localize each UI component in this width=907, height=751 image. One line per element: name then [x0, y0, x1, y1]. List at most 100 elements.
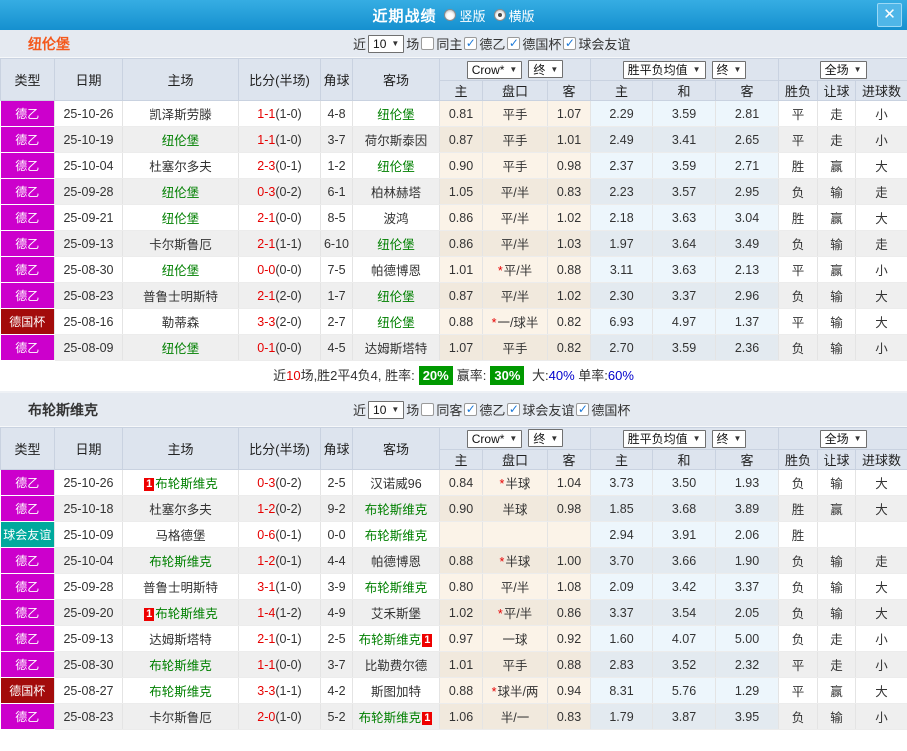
corners-cell: 1-2 [320, 152, 353, 179]
avg-final-select-value: 终 [716, 63, 729, 77]
away-odds-cell: 0.82 [547, 308, 592, 335]
match-date: 25-08-27 [54, 677, 123, 704]
match-date: 25-09-13 [54, 230, 123, 257]
league-filter-checkbox[interactable]: ✓ [576, 403, 590, 416]
home-team-name: 马格德堡 [155, 529, 206, 543]
away-team-name: 布轮斯维克 [364, 581, 428, 595]
team-name: 纽伦堡 [28, 35, 70, 52]
avg-odds-cell: 3.59 [652, 152, 717, 179]
away-team-cell: 波鸿 [352, 204, 440, 231]
result-cell: 平 [778, 677, 819, 704]
fulltime-score: 3-3 [257, 314, 276, 329]
league-type-badge: 球会友谊 [0, 521, 55, 548]
same-venue-checkbox[interactable] [421, 37, 435, 50]
away-team-name: 波鸿 [383, 212, 409, 226]
avg-odds-cell: 2.96 [715, 282, 780, 309]
avg-odds-cell: 5.00 [715, 625, 780, 652]
fulltime-score: 3-3 [257, 683, 276, 698]
halftime-score: (1-2) [275, 605, 302, 620]
league-type-badge: 德国杯 [0, 308, 55, 335]
home-odds-cell: 0.84 [439, 469, 483, 496]
scope-select[interactable]: 全场 ▼ [819, 429, 867, 448]
avg-odds-cell: 3.87 [652, 703, 717, 730]
halftime-score: (2-0) [275, 288, 302, 303]
halftime-score: (0-1) [275, 553, 302, 568]
league-type-badge: 德乙 [0, 703, 55, 730]
corners-cell: 4-9 [320, 599, 353, 626]
match-row: 德乙 25-10-04 布轮斯维克 1-2(0-1) 4-4 帕德博恩 0.88 *半球 1.0… [0, 547, 907, 574]
fulltime-score: 0-6 [257, 527, 276, 542]
summary-count: 10 [286, 368, 301, 383]
corners-cell: 4-8 [320, 100, 353, 127]
avg-odds-select[interactable]: 胜平负均值 ▼ [622, 429, 706, 448]
avg-odds-cell: 3.70 [590, 547, 654, 574]
away-odds-cell: 1.02 [547, 204, 592, 231]
result-cell: 走 [817, 651, 857, 678]
odds-final-select[interactable]: 终 ▼ [528, 60, 564, 79]
odds-final-select-value: 终 [533, 62, 546, 77]
avg-final-select[interactable]: 终 ▼ [711, 429, 747, 448]
odds-company-select-value: Crow* [471, 62, 505, 77]
scope-select[interactable]: 全场 ▼ [819, 60, 867, 79]
match-date: 25-08-23 [54, 282, 123, 309]
halftime-score: (0-2) [275, 501, 302, 516]
sub-column-header: 和 [652, 449, 717, 470]
away-team-name: 布轮斯维克 [364, 529, 428, 543]
handicap-cell: *平/半 [482, 599, 548, 626]
league-filter-checkbox[interactable]: ✓ [507, 403, 521, 416]
avg-odds-cell: 3.59 [652, 334, 717, 361]
match-date: 25-08-23 [54, 703, 123, 730]
avg-odds-cell: 1.37 [715, 308, 780, 335]
home-team-name: 纽伦堡 [161, 212, 200, 226]
matches-count-select[interactable]: 10 ▼ [368, 34, 405, 53]
avg-final-select-value: 终 [716, 432, 729, 446]
chevron-down-icon: ▼ [391, 39, 400, 48]
sub-column-header: 盘口 [482, 449, 548, 470]
home-team-cell: 达姆斯塔特 [122, 625, 239, 652]
league-filter-checkbox[interactable]: ✓ [563, 37, 577, 50]
result-cell: 胜 [778, 152, 819, 179]
odds-company-select[interactable]: Crow* ▼ [466, 429, 523, 448]
score-cell: 3-3(1-1) [238, 677, 321, 704]
league-filter-checkbox[interactable]: ✓ [464, 403, 478, 416]
odds-final-select[interactable]: 终 ▼ [528, 429, 564, 448]
avg-odds-cell: 1.79 [590, 703, 654, 730]
away-team-name: 纽伦堡 [377, 316, 415, 330]
away-odds-cell: 0.98 [547, 152, 592, 179]
same-venue-label: 同客 [436, 403, 463, 418]
avg-odds-cell: 1.60 [590, 625, 654, 652]
league-filter-checkbox[interactable]: ✓ [464, 37, 478, 50]
match-row: 德乙 25-08-30 纽伦堡 0-0(0-0) 7-5 帕德博恩 1.01 *平/半 0.88… [0, 256, 907, 283]
corners-cell: 6-10 [320, 230, 353, 257]
avg-final-select[interactable]: 终 ▼ [711, 60, 747, 79]
odds-company-select[interactable]: Crow* ▼ [466, 60, 523, 79]
avg-odds-select[interactable]: 胜平负均值 ▼ [622, 60, 706, 79]
away-team-cell: 汉诺威96 [352, 469, 440, 496]
same-venue-checkbox[interactable] [421, 403, 435, 416]
score-cell: 1-4(1-2) [238, 599, 321, 626]
handicap-value: 一球 [502, 633, 528, 647]
fulltime-score: 0-3 [257, 475, 276, 490]
matches-count-select[interactable]: 10 ▼ [368, 400, 405, 419]
league-filter-checkbox[interactable]: ✓ [507, 37, 521, 50]
summary-text: 赢率: [456, 368, 487, 383]
layout-radio-vertical[interactable]: 竖版 [444, 6, 486, 25]
handicap-cell: 平手 [482, 651, 548, 678]
handicap-value: 一/球半 [497, 316, 539, 330]
away-odds-cell: 0.88 [547, 256, 592, 283]
avg-odds-cell: 3.64 [652, 230, 717, 257]
away-team-name: 艾禾斯堡 [370, 607, 421, 621]
sub-column-header: 和 [652, 80, 717, 101]
layout-radio-horizontal[interactable]: 横版 [493, 6, 535, 25]
fulltime-score: 0-3 [257, 184, 276, 199]
result-cell: 走 [817, 126, 857, 153]
home-odds-cell: 1.01 [439, 651, 483, 678]
star-marker: * [499, 555, 505, 569]
win-rate-badge: 20% [418, 366, 453, 385]
handicap-value: 半球 [505, 555, 531, 569]
handicap-value: 平手 [502, 342, 528, 356]
summary-text: 大: [528, 368, 549, 383]
away-team-cell: 帕德博恩 [352, 547, 440, 574]
home-team-name: 凯泽斯劳滕 [149, 108, 212, 122]
close-icon[interactable]: ✕ [877, 3, 902, 27]
